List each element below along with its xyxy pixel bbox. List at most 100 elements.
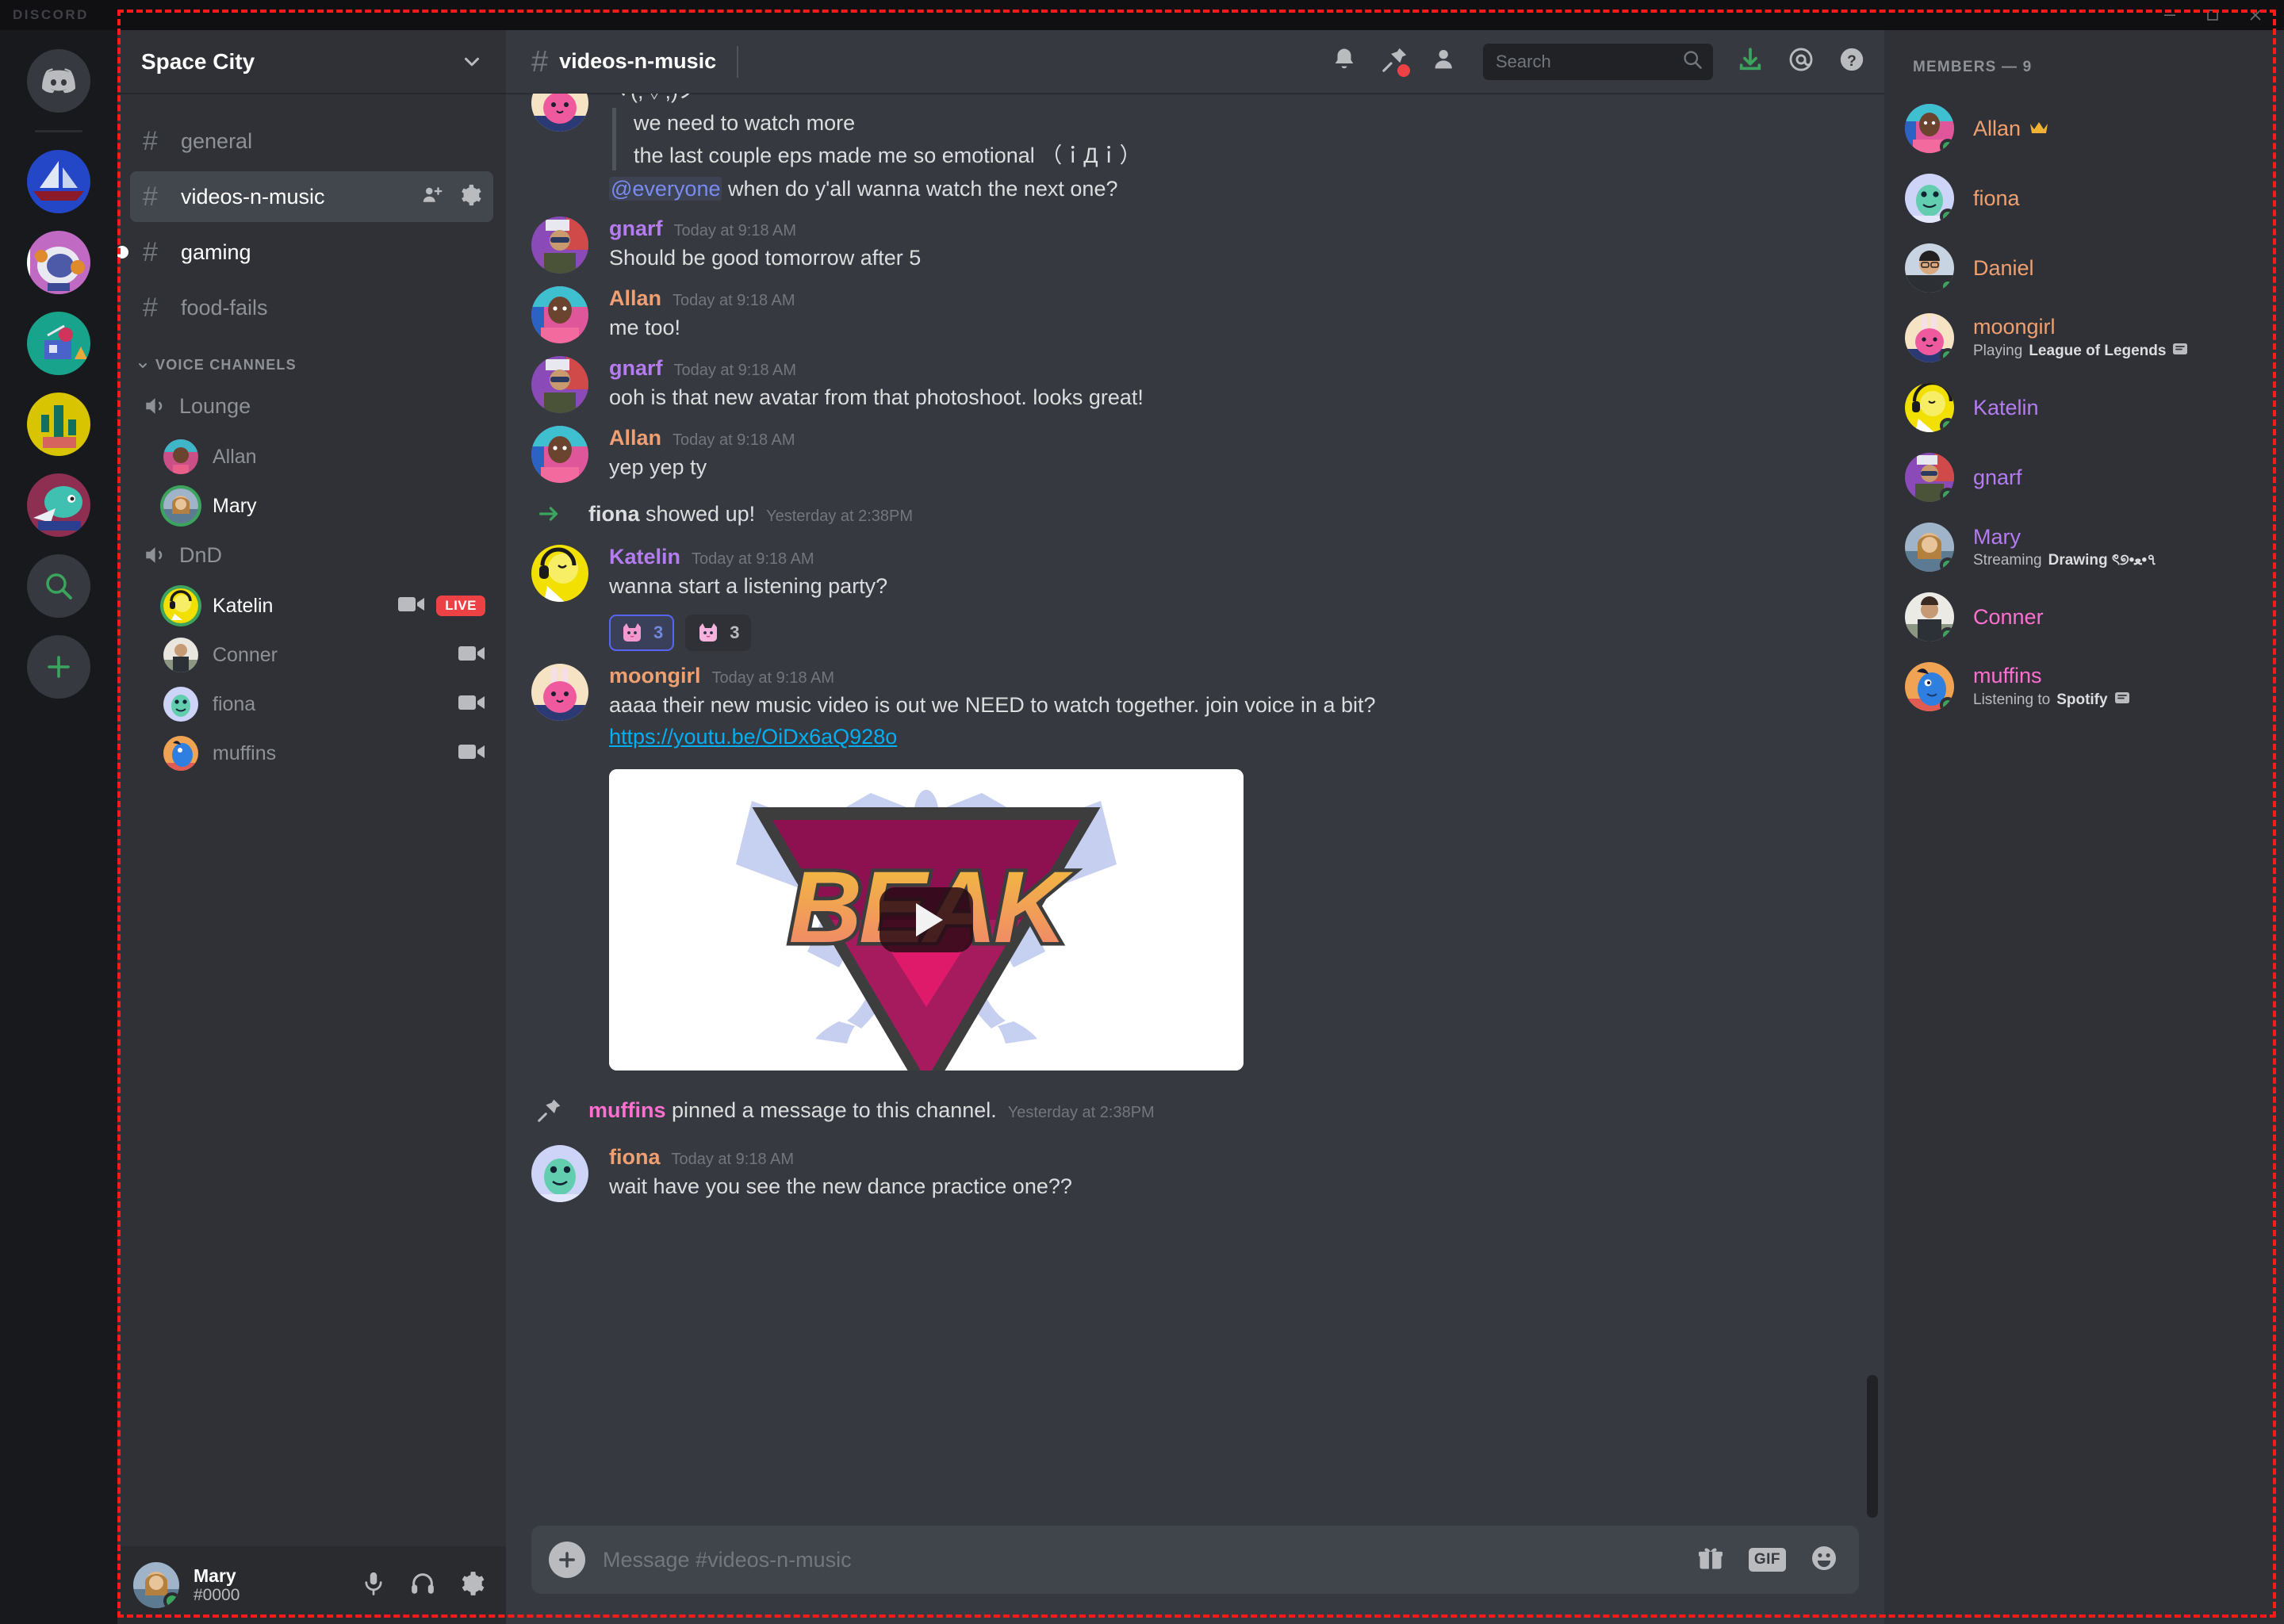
- system-text: showed up!: [639, 501, 756, 526]
- member-item-moongirl[interactable]: moongirl Playing League of Legends: [1884, 303, 2284, 373]
- voice-user-muffins[interactable]: muffins: [117, 729, 506, 778]
- message-author[interactable]: fiona: [609, 1145, 661, 1170]
- gift-icon[interactable]: [1696, 1544, 1725, 1576]
- microphone-icon[interactable]: [360, 1570, 387, 1601]
- server-rail-item-server-2[interactable]: [27, 231, 90, 294]
- avatar[interactable]: [531, 663, 588, 721]
- avatar[interactable]: [531, 545, 588, 603]
- pin-icon: [531, 1097, 568, 1123]
- message-input[interactable]: Message #videos-n-music GIF: [531, 1526, 1859, 1594]
- window-maximize-button[interactable]: [2205, 7, 2221, 23]
- avatar[interactable]: [531, 216, 588, 274]
- plus-icon: [48, 656, 70, 678]
- channel-item-gaming[interactable]: # gaming: [117, 227, 493, 278]
- voice-user-allan[interactable]: Allan: [117, 432, 506, 481]
- avatar[interactable]: [133, 1562, 179, 1608]
- avatar[interactable]: [531, 286, 588, 344]
- current-user-name: Mary: [194, 1565, 236, 1586]
- edit-channel-gear-icon[interactable]: [458, 183, 482, 211]
- message-author[interactable]: Katelin: [609, 545, 680, 569]
- server-rail-item-server-4[interactable]: [27, 393, 90, 456]
- current-user-tag: #0000: [194, 1586, 240, 1605]
- astronaut-icon: [27, 231, 90, 294]
- voice-channel-lounge[interactable]: Lounge: [130, 381, 493, 431]
- server-rail: [0, 30, 117, 1624]
- member-activity: Playing League of Legends: [1973, 342, 2188, 362]
- headphones-icon[interactable]: [409, 1570, 436, 1601]
- voice-channel-name: DnD: [179, 542, 223, 567]
- channel-item-videos-n-music[interactable]: # videos-n-music: [130, 171, 493, 222]
- search-input[interactable]: Search: [1483, 43, 1713, 80]
- channel-sidebar: Space City # general # videos-n-music # …: [117, 30, 506, 1624]
- message-item: Allan Today at 9:18 AM me too!: [506, 274, 1884, 344]
- channel-name: food-fails: [181, 295, 268, 320]
- member-item-katelin[interactable]: Katelin: [1884, 373, 2284, 442]
- member-item-muffins[interactable]: muffins Listening to Spotify: [1884, 652, 2284, 722]
- activity-name: Spotify: [2056, 691, 2108, 708]
- voice-user-conner[interactable]: Conner: [117, 630, 506, 680]
- desk-icon: [27, 312, 90, 375]
- member-item-conner[interactable]: Conner: [1884, 582, 2284, 652]
- avatar[interactable]: [531, 356, 588, 414]
- message-scrollbar[interactable]: [1867, 1375, 1878, 1518]
- gif-icon[interactable]: GIF: [1748, 1548, 1786, 1572]
- app-brand-label: DISCORD: [13, 7, 89, 22]
- reaction-chip[interactable]: 3: [685, 614, 751, 651]
- inbox-icon[interactable]: [1737, 46, 1764, 77]
- video-thumbnail[interactable]: BEAK: [609, 769, 1244, 1071]
- member-item-daniel[interactable]: Daniel: [1884, 233, 2284, 303]
- voice-user-katelin[interactable]: Katelin LIVE: [117, 581, 506, 630]
- help-icon[interactable]: ?: [1838, 46, 1865, 77]
- member-name: moongirl: [1973, 315, 2056, 339]
- video-embed[interactable]: BEAK: [609, 769, 1821, 1071]
- members-icon[interactable]: [1432, 46, 1459, 77]
- message-author[interactable]: Allan: [609, 426, 661, 450]
- pinned-messages-icon[interactable]: [1382, 46, 1410, 77]
- message-link[interactable]: https://youtu.be/OiDx6aQ928o: [609, 725, 897, 749]
- message-author[interactable]: moongirl: [609, 664, 701, 688]
- member-item-mary[interactable]: Mary Streaming Drawing ৎ୭•ﻌ•৭: [1884, 512, 2284, 582]
- sailboat-icon: [27, 150, 90, 213]
- guild-header[interactable]: Space City: [117, 30, 506, 94]
- message-author[interactable]: Allan: [609, 286, 661, 311]
- chevron-down-icon: [139, 362, 147, 368]
- category-voice-channels[interactable]: VOICE CHANNELS: [136, 357, 506, 373]
- voice-channel-dnd[interactable]: DnD: [130, 530, 493, 580]
- window-minimize-button[interactable]: [2162, 7, 2178, 23]
- server-rail-item-home[interactable]: [27, 49, 90, 113]
- video-camera-icon: [398, 595, 425, 618]
- member-item-allan[interactable]: Allan: [1884, 94, 2284, 163]
- notification-bell-icon[interactable]: [1331, 46, 1358, 77]
- window-close-button[interactable]: [2248, 7, 2263, 23]
- emoji-icon[interactable]: [1810, 1544, 1838, 1576]
- member-item-fiona[interactable]: fiona: [1884, 163, 2284, 233]
- voice-user-mary[interactable]: Mary: [117, 481, 506, 530]
- server-rail-item-explore[interactable]: [27, 554, 90, 618]
- video-camera-icon: [458, 644, 485, 667]
- server-rail-item-add-server[interactable]: [27, 635, 90, 699]
- play-button[interactable]: [879, 887, 973, 953]
- speaker-icon: [146, 547, 163, 563]
- message-author[interactable]: gnarf: [609, 216, 663, 241]
- voice-user-fiona[interactable]: fiona: [117, 680, 506, 729]
- mentions-icon[interactable]: [1788, 46, 1815, 77]
- voice-user-name: Katelin: [213, 594, 274, 617]
- user-settings-gear-icon[interactable]: [458, 1570, 485, 1601]
- reaction-chip[interactable]: 3: [609, 614, 675, 651]
- server-rail-item-server-1[interactable]: [27, 150, 90, 213]
- message-text: Should be good tomorrow after 5: [609, 246, 922, 270]
- avatar[interactable]: [531, 426, 588, 484]
- avatar[interactable]: [531, 94, 588, 132]
- member-item-gnarf[interactable]: gnarf: [1884, 442, 2284, 512]
- server-rail-item-server-5[interactable]: [27, 473, 90, 537]
- server-rail-item-server-3[interactable]: [27, 312, 90, 375]
- avatar[interactable]: [531, 1145, 588, 1203]
- message-author[interactable]: gnarf: [609, 356, 663, 381]
- avatar: [1905, 313, 1954, 362]
- attach-plus-icon[interactable]: [549, 1542, 585, 1578]
- create-invite-icon[interactable]: [420, 183, 444, 211]
- channel-item-food-fails[interactable]: # food-fails: [130, 282, 493, 333]
- channel-item-general[interactable]: # general: [130, 116, 493, 167]
- video-camera-icon: [458, 693, 485, 716]
- everyone-mention[interactable]: @everyone: [609, 176, 722, 201]
